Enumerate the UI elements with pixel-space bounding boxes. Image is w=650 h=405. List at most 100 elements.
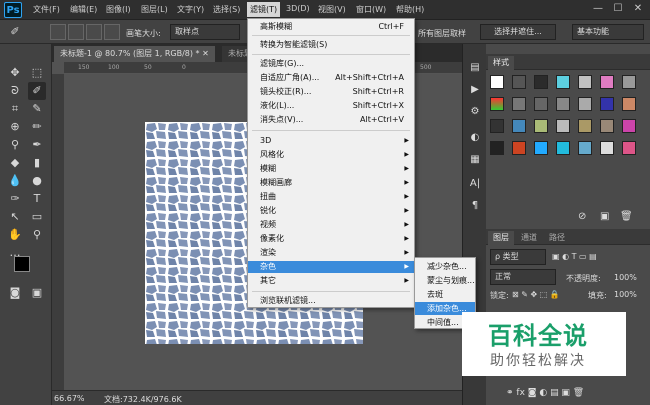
style-swatch[interactable]: [622, 75, 636, 89]
menu-item-noise[interactable]: 杂色 ▶: [248, 261, 414, 273]
maximize-button[interactable]: ☐: [610, 2, 626, 16]
layer-kind-filter[interactable]: ρ 类型: [490, 249, 546, 265]
sample-size-select[interactable]: 取样点: [170, 24, 240, 40]
fill-value[interactable]: 100%: [614, 290, 637, 299]
shape-tool-icon[interactable]: ▭: [28, 208, 46, 226]
crop-tool-icon[interactable]: ⌗: [6, 100, 24, 118]
menu-item-sharpen[interactable]: 锐化 ▶: [248, 205, 414, 217]
opacity-value[interactable]: 100%: [614, 273, 637, 282]
close-window-button[interactable]: ✕: [630, 2, 646, 16]
layer-footer-icons[interactable]: ⚭ fx ◙ ◐ ▤ ▣ 🗑: [506, 388, 584, 398]
magic-wand-tool-icon[interactable]: ✐: [28, 82, 46, 100]
style-swatch[interactable]: [556, 97, 570, 111]
history-brush-icon[interactable]: ✒: [28, 136, 46, 154]
menu-window[interactable]: 窗口(W): [356, 4, 386, 15]
style-swatch-none[interactable]: [490, 75, 504, 89]
style-swatch[interactable]: [556, 141, 570, 155]
intersect-selection-icon[interactable]: [104, 24, 120, 40]
menu-item-stylize[interactable]: 风格化 ▶: [248, 149, 414, 161]
style-swatch[interactable]: [578, 75, 592, 89]
style-swatch[interactable]: [534, 141, 548, 155]
tab-layers[interactable]: 图层: [488, 231, 514, 245]
paragraph-icon[interactable]: ¶: [465, 196, 485, 216]
style-swatch[interactable]: [534, 97, 548, 111]
swatches-icon[interactable]: ▦: [465, 150, 485, 170]
brush-tool-icon[interactable]: ✏: [28, 118, 46, 136]
menu-item-blur[interactable]: 模糊 ▶: [248, 163, 414, 175]
screen-mode-icon[interactable]: ▣: [28, 284, 46, 302]
style-swatch[interactable]: [600, 141, 614, 155]
menu-3d[interactable]: 3D(D): [286, 4, 310, 13]
style-swatch[interactable]: [534, 75, 548, 89]
menu-item-filter-gallery[interactable]: 滤镜库(G)...: [248, 58, 414, 70]
style-swatch[interactable]: [490, 141, 504, 155]
submenu-item-despeckle[interactable]: 去斑: [415, 288, 475, 301]
delete-style-icon[interactable]: ⊘: [578, 211, 586, 222]
history-icon[interactable]: ▤: [465, 58, 485, 78]
blend-mode-select[interactable]: 正常: [490, 269, 556, 285]
color-panel-icon[interactable]: ◐: [465, 128, 485, 148]
menu-type[interactable]: 文字(Y): [177, 4, 204, 15]
style-swatch[interactable]: [600, 75, 614, 89]
menu-help[interactable]: 帮助(H): [396, 4, 424, 15]
close-icon[interactable]: ✕: [202, 49, 209, 58]
tab-channels[interactable]: 通道: [516, 231, 542, 245]
trash-icon[interactable]: 🗑: [620, 211, 633, 222]
menu-item-distort[interactable]: 扭曲 ▶: [248, 191, 414, 203]
style-swatch[interactable]: [578, 119, 592, 133]
style-swatch[interactable]: [578, 97, 592, 111]
menu-item-video[interactable]: 视频 ▶: [248, 219, 414, 231]
zoom-tool-icon[interactable]: ⚲: [28, 226, 46, 244]
menu-layer[interactable]: 图层(L): [141, 4, 168, 15]
workspace-select[interactable]: 基本功能: [572, 24, 644, 40]
subtract-selection-icon[interactable]: [86, 24, 102, 40]
move-tool-icon[interactable]: ✥: [6, 64, 24, 82]
eraser-tool-icon[interactable]: ◆: [6, 154, 24, 172]
path-select-icon[interactable]: ↖: [6, 208, 24, 226]
style-swatch[interactable]: [512, 141, 526, 155]
tab-styles[interactable]: 样式: [488, 56, 514, 70]
quick-mask-icon[interactable]: ◙: [6, 284, 24, 302]
style-swatch[interactable]: [556, 75, 570, 89]
menu-select[interactable]: 选择(S): [213, 4, 240, 15]
menu-image[interactable]: 图像(I): [106, 4, 131, 15]
clone-stamp-icon[interactable]: ⚲: [6, 136, 24, 154]
style-swatch[interactable]: [534, 119, 548, 133]
menu-filter[interactable]: 滤镜(T): [247, 2, 281, 17]
lock-icons[interactable]: ⊠ ✎ ✥ ⬚ 🔒: [512, 290, 560, 299]
menu-item-gaussian-blur[interactable]: 高斯模糊 Ctrl+F: [248, 21, 414, 33]
blur-tool-icon[interactable]: 💧: [6, 172, 24, 190]
pen-tool-icon[interactable]: ✑: [6, 190, 24, 208]
tab-paths[interactable]: 路径: [544, 231, 570, 245]
style-swatch[interactable]: [512, 75, 526, 89]
healing-brush-icon[interactable]: ⊕: [6, 118, 24, 136]
menu-item-vanishing-point[interactable]: 消失点(V)... Alt+Ctrl+V: [248, 114, 414, 126]
actions-play-icon[interactable]: ▶: [465, 80, 485, 100]
add-selection-icon[interactable]: [68, 24, 84, 40]
menu-file[interactable]: 文件(F): [33, 4, 60, 15]
menu-item-convert-smart-filter[interactable]: 转换为智能滤镜(S): [248, 39, 414, 51]
menu-item-render[interactable]: 渲染 ▶: [248, 247, 414, 259]
menu-item-blur-gallery[interactable]: 模糊画廊 ▶: [248, 177, 414, 189]
menu-item-lens-correction[interactable]: 镜头校正(R)... Shift+Ctrl+R: [248, 86, 414, 98]
foreground-color-swatch[interactable]: [14, 256, 30, 272]
style-swatch[interactable]: [556, 119, 570, 133]
submenu-item-reduce-noise[interactable]: 减少杂色...: [415, 260, 475, 273]
properties-icon[interactable]: ⚙: [465, 102, 485, 122]
lasso-tool-icon[interactable]: ᘐ: [6, 82, 24, 100]
character-icon[interactable]: A|: [465, 174, 485, 194]
eyedropper-tool-icon[interactable]: ✎: [28, 100, 46, 118]
new-style-icon[interactable]: ▣: [600, 211, 609, 222]
layer-filter-icons[interactable]: ▣ ◐ T ▭ ▤: [552, 252, 597, 261]
sample-all-layers-label[interactable]: 所有图层取样: [418, 28, 466, 39]
tab-document-1[interactable]: 未标题-1 @ 80.7% (图层 1, RGB/8) * ✕: [54, 46, 215, 62]
submenu-item-dust-scratches[interactable]: 蒙尘与划痕...: [415, 274, 475, 287]
minimize-button[interactable]: —: [590, 2, 606, 16]
style-swatch[interactable]: [622, 97, 636, 111]
select-and-mask-button[interactable]: 选择并遮住...: [480, 24, 556, 40]
menu-item-browse-online-filters[interactable]: 浏览联机滤镜...: [248, 295, 414, 307]
menu-item-pixelate[interactable]: 像素化 ▶: [248, 233, 414, 245]
style-swatch[interactable]: [512, 119, 526, 133]
style-swatch[interactable]: [578, 141, 592, 155]
hand-tool-icon[interactable]: ✋: [6, 226, 24, 244]
